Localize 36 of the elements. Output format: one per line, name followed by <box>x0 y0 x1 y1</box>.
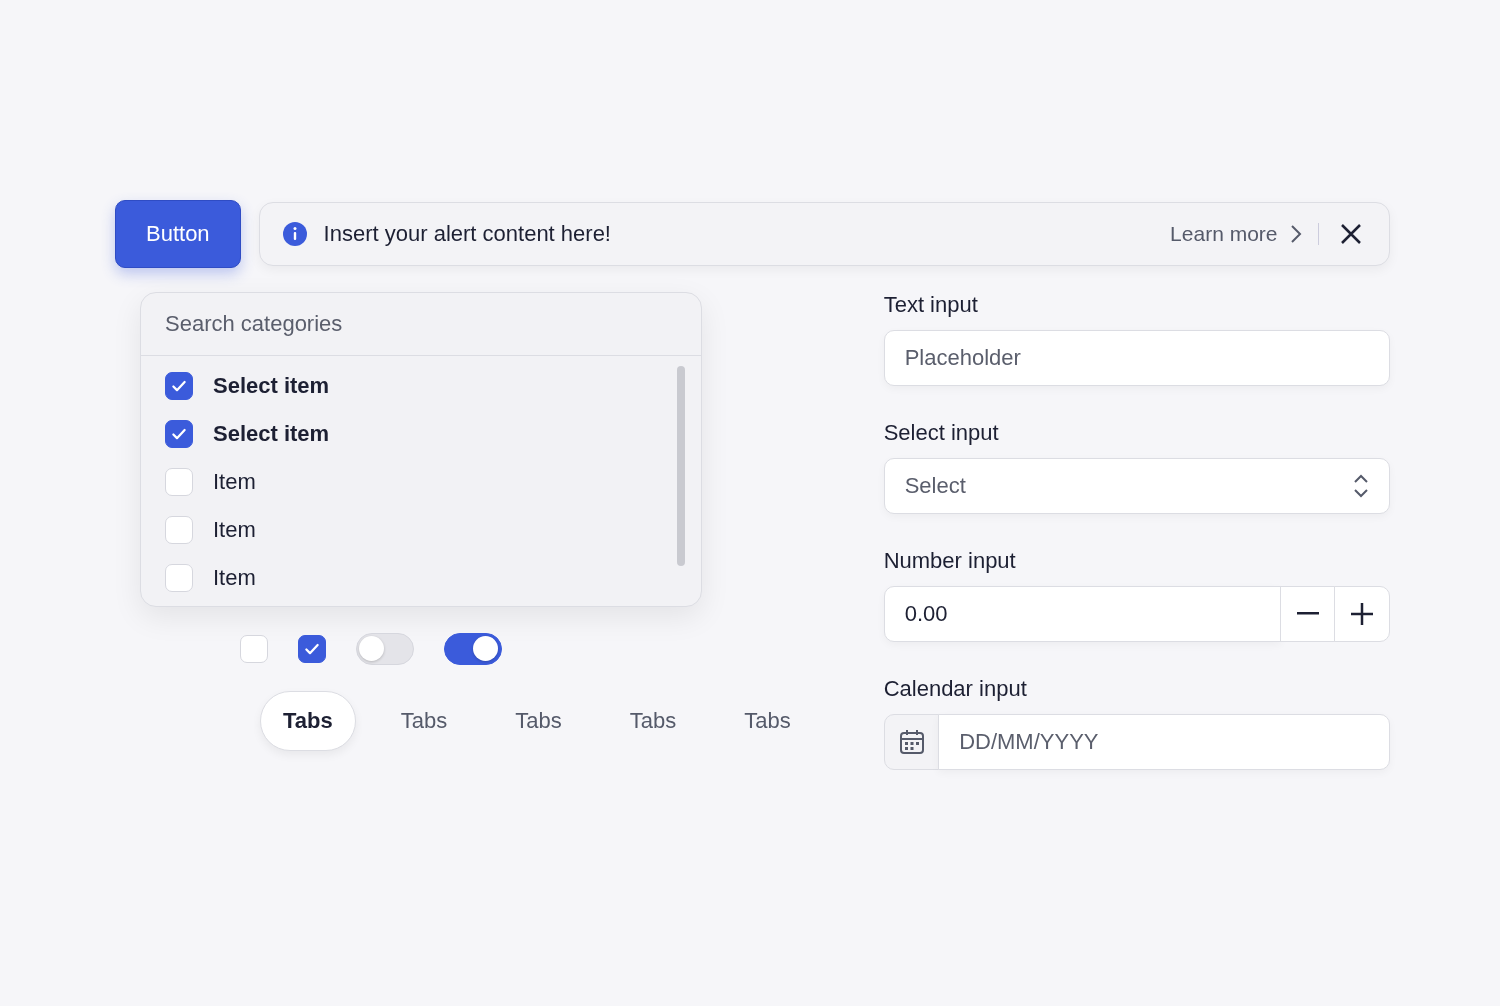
scrollbar[interactable] <box>677 366 685 566</box>
alert-message: Insert your alert content here! <box>323 221 612 247</box>
option-label[interactable]: Item <box>213 517 256 543</box>
option-label[interactable]: Select item <box>213 421 330 447</box>
plus-icon <box>1351 603 1373 625</box>
tab[interactable]: Tabs <box>721 691 814 751</box>
field-label: Select input <box>883 420 1000 446</box>
learn-more-link[interactable]: Learn more <box>1170 222 1302 246</box>
search-field[interactable]: Search categories <box>141 293 701 356</box>
date-input-field[interactable]: DD/MM/YYYY <box>938 714 1390 770</box>
tab[interactable]: Tabs <box>260 691 356 751</box>
field-label: Number input <box>883 548 1017 574</box>
tab[interactable]: Tabs <box>606 691 700 751</box>
checkbox[interactable] <box>165 420 193 448</box>
checkbox[interactable] <box>165 372 193 400</box>
field-label: Calendar input <box>883 676 1028 702</box>
tab[interactable]: Tabs <box>377 691 471 751</box>
tab[interactable]: Tabs <box>492 691 585 751</box>
minus-icon <box>1296 612 1319 616</box>
checkbox[interactable] <box>298 635 326 663</box>
number-input-field[interactable]: 0.00 <box>883 586 1281 642</box>
close-icon <box>1339 222 1363 246</box>
info-icon <box>281 221 308 247</box>
toggle-switch[interactable] <box>444 633 502 665</box>
increment-button[interactable] <box>1334 586 1390 642</box>
option-label[interactable]: Item <box>213 565 256 591</box>
select-field[interactable]: Select <box>883 458 1390 514</box>
text-input-field[interactable]: Placeholder <box>883 330 1390 386</box>
calendar-button[interactable] <box>883 714 940 770</box>
chevron-up-down-icon <box>1353 473 1369 499</box>
field-label: Text input <box>883 292 979 318</box>
option-label[interactable]: Item <box>213 469 256 495</box>
chevron-right-icon <box>1289 224 1302 244</box>
primary-button[interactable]: Button <box>115 200 241 268</box>
calendar-icon <box>898 729 925 755</box>
option-label[interactable]: Select item <box>213 373 330 399</box>
